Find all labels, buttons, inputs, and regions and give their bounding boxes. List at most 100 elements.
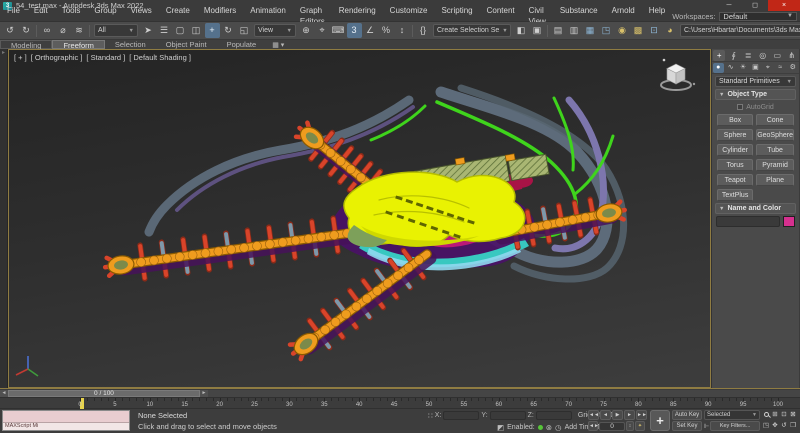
time-slider-back-button[interactable]: ◄ [0,390,8,397]
primitive-button-plane[interactable]: Plane [756,174,794,186]
go-to-start-button[interactable]: ◄◄ [588,410,599,420]
shapes-category-icon[interactable]: ∿ [725,63,736,73]
bind-to-space-warp-icon[interactable]: ≋ [72,23,87,38]
isolate-selection-icon[interactable]: ∷ [428,411,433,420]
selection-filter-dropdown[interactable]: All ▼ [94,24,138,37]
primitive-button-cone[interactable]: Cone [756,114,794,126]
zoom-all-icon[interactable]: ⊞ [771,410,779,420]
viewport-layout-tabs[interactable]: ▸ [0,49,8,388]
zoom-extents-icon[interactable]: ⊡ [780,410,788,420]
render-production-icon[interactable]: ◕ [663,23,678,38]
track-bar[interactable]: 0 5 10 15 20 25 30 35 40 45 50 55 60 65 70 75 80 85 90 95 10… [0,397,800,409]
layer-explorer-icon[interactable]: ▤ [551,23,566,38]
reference-coordinate-dropdown[interactable]: View ▼ [254,24,296,37]
object-type-rollout[interactable]: ▼ Object Type [715,89,796,100]
key-mode-icon[interactable]: ⊩ [704,423,709,430]
select-by-name-icon[interactable]: ☰ [157,23,172,38]
ribbon-config-icon[interactable]: ▦ ▾ [272,41,284,49]
primitives-category-dropdown[interactable]: Standard Primitives ▼ [715,76,796,87]
primitive-button-sphere[interactable]: Sphere [717,129,754,141]
select-and-move-icon[interactable]: + [204,23,220,38]
coord-field-y-[interactable] [489,411,526,420]
undo-icon[interactable]: ↺ [3,23,18,38]
mirror-icon[interactable]: ◧ [514,23,529,38]
primitive-button-teapot[interactable]: Teapot [717,174,754,186]
primitive-button-tube[interactable]: Tube [756,144,794,156]
primitive-button-textplus[interactable]: TextPlus [717,189,754,201]
rectangular-selection-region-icon[interactable]: ▢ [173,23,188,38]
geometry-category-icon[interactable]: ● [712,62,724,73]
helpers-category-icon[interactable]: ⌖ [762,63,773,73]
spacewarps-category-icon[interactable]: ≈ [775,63,786,73]
coord-field-x-[interactable] [443,411,480,420]
name-and-color-rollout[interactable]: ▼ Name and Color [715,203,796,214]
close-button[interactable]: × [768,0,800,11]
ribbon-tab-freeform[interactable]: Freeform [52,40,105,50]
viewport-menu-standard[interactable]: [ Standard ] [86,53,125,62]
coord-field-z-[interactable] [535,411,572,420]
zoom-region-icon[interactable]: ◳ [762,421,770,431]
schematic-view-icon[interactable]: ◳ [599,23,614,38]
maxscript-mini-listener[interactable]: MAXScript Mi [2,410,130,431]
hierarchy-tab-icon[interactable]: ≣ [742,50,754,61]
object-color-swatch[interactable] [783,216,795,227]
viewport-menu-general[interactable]: [ + ] [14,53,27,62]
minimize-button[interactable]: ─ [716,0,742,11]
key-filters-button[interactable]: Key Filters... [710,421,760,431]
maxscript-macro-pane[interactable] [3,411,129,423]
curve-editor-icon[interactable]: ▦ [583,23,598,38]
viewport-menu-shading[interactable]: [ Default Shading ] [129,53,191,62]
systems-category-icon[interactable]: ⚙ [787,63,798,73]
named-selection-sets-icon[interactable]: {} [416,23,431,38]
ribbon-tab-populate[interactable]: Populate [217,40,267,49]
viewport[interactable]: [ + ] [ Orthographic ] [ Standard ] [ De… [8,49,711,388]
zoom-extents-all-icon[interactable]: ⊠ [789,410,797,420]
workspaces-dropdown[interactable]: Default ▼ [719,11,797,21]
angle-snap-icon[interactable]: ∠ [363,23,378,38]
set-keys-button[interactable]: + [650,410,670,431]
frame-spinner[interactable]: ↕ [626,421,634,431]
primitive-button-geosphere[interactable]: GeoSphere [756,129,794,141]
viewcube[interactable] [654,56,698,96]
create-tab-icon[interactable]: + [713,49,726,61]
percent-snap-icon[interactable]: % [379,23,394,38]
set-key-button[interactable]: Set Key [672,421,702,431]
primitive-button-cylinder[interactable]: Cylinder [717,144,754,156]
current-frame-field[interactable]: 0 [599,421,625,431]
material-editor-icon[interactable]: ◉ [615,23,630,38]
maximize-viewport-icon[interactable]: ❒ [789,421,797,431]
ribbon-tab-modeling[interactable]: Modeling [0,40,53,50]
go-to-end-button[interactable]: ►► [636,410,647,420]
utilities-tab-icon[interactable]: ⋔ [786,50,798,61]
select-and-manipulate-icon[interactable]: ⌖ [315,23,330,38]
primitive-button-torus[interactable]: Torus [717,159,754,171]
key-selection-dropdown[interactable]: Selected ▼ [704,410,760,420]
select-and-rotate-icon[interactable]: ↻ [221,23,236,38]
snaps-toggle-icon[interactable]: 3 [346,23,362,38]
motion-tab-icon[interactable]: ◎ [757,50,769,61]
zoom-icon[interactable] [762,410,770,420]
time-slider-handle[interactable]: 0 / 100 [8,390,200,397]
render-setup-icon[interactable]: ▩ [631,23,646,38]
selection-lock-icon[interactable]: ⊗ [546,423,552,432]
play-button[interactable]: ▶ [612,410,623,420]
rendered-frame-icon[interactable]: ⊡ [647,23,662,38]
select-object-icon[interactable]: ➤ [141,23,156,38]
select-and-link-icon[interactable]: ∞ [40,23,55,38]
previous-frame-button[interactable]: ◄ [600,410,611,420]
named-selection-dropdown[interactable]: Create Selection Se ▼ [433,24,511,37]
lights-category-icon[interactable]: ☀ [738,63,749,73]
toggle-ribbon-icon[interactable]: ▥ [567,23,582,38]
next-frame-button[interactable]: ► [624,410,635,420]
degradation-toggle-icon[interactable]: ◩ [497,423,504,432]
redo-icon[interactable]: ↻ [19,23,34,38]
object-name-field[interactable] [716,216,780,227]
auto-key-button[interactable]: Auto Key [672,410,702,420]
align-icon[interactable]: ▣ [530,23,545,38]
use-pivot-center-icon[interactable]: ⊕ [299,23,314,38]
restore-button[interactable]: ◻ [742,0,768,11]
orbit-icon[interactable]: ↺ [780,421,788,431]
keyboard-override-icon[interactable]: ⌨ [331,23,346,38]
primitive-button-box[interactable]: Box [717,114,754,126]
cameras-category-icon[interactable]: ▣ [750,63,761,73]
